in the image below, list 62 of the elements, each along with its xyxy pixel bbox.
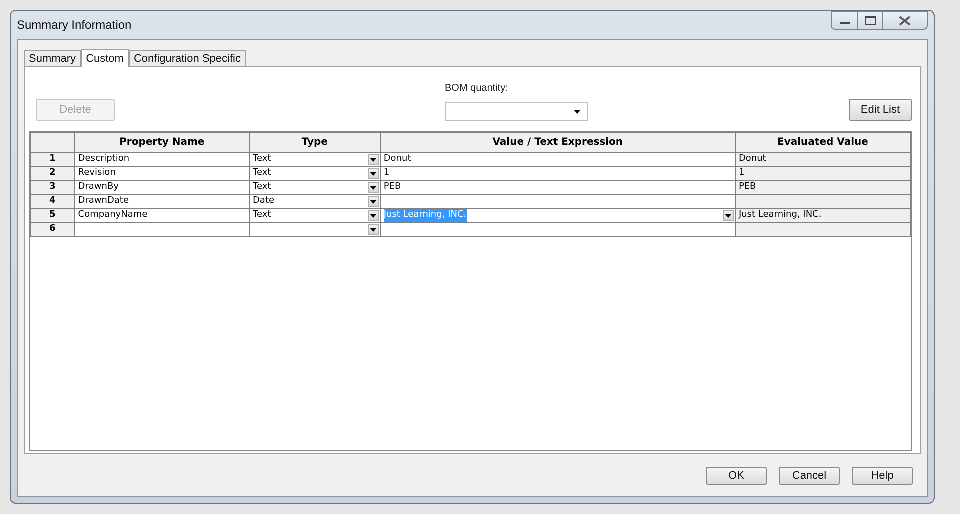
row-number: 4 — [30, 194, 75, 208]
caret-icon — [574, 110, 581, 114]
dropdown-button[interactable] — [368, 210, 379, 221]
dropdown-button[interactable] — [368, 168, 379, 179]
value-cell[interactable]: Donut — [380, 152, 736, 166]
maximize-icon — [864, 16, 876, 25]
value-text[interactable]: PEB — [384, 181, 402, 194]
type-value: Text — [253, 181, 272, 194]
table-cell[interactable]: CompanyName — [74, 208, 250, 222]
dropdown-button[interactable] — [368, 224, 379, 235]
evaluated-value: Just Learning, INC. — [735, 208, 910, 222]
evaluated-value: 1 — [735, 166, 910, 180]
value-text[interactable]: Donut — [384, 153, 412, 166]
table-cell[interactable]: Revision — [74, 166, 250, 180]
dropdown-button[interactable] — [368, 182, 379, 193]
evaluated-value: PEB — [735, 180, 910, 194]
dialog-button[interactable]: OK — [706, 467, 767, 485]
table-cell[interactable]: Description — [74, 152, 250, 166]
type-value: Text — [253, 167, 272, 180]
column-header: Evaluated Value — [735, 132, 910, 152]
bom-quantity-label: BOM quantity: — [445, 83, 510, 94]
caret-icon — [370, 172, 377, 176]
minimize-button[interactable] — [831, 11, 858, 30]
dropdown-button[interactable] — [722, 210, 734, 221]
type-value: Text — [253, 153, 272, 166]
close-button[interactable] — [882, 11, 928, 30]
type-value: Date — [253, 195, 275, 208]
dialog-button[interactable]: Cancel — [779, 467, 840, 485]
column-header: Type — [250, 132, 380, 152]
window-title: Summary Information — [17, 18, 132, 32]
table-cell[interactable]: DrawnBy — [74, 180, 250, 194]
tab[interactable]: Configuration Specific — [128, 50, 246, 66]
row-number: 6 — [30, 222, 75, 236]
row-number: 5 — [30, 208, 75, 222]
dialog-button[interactable]: Help — [852, 467, 913, 485]
value-cell[interactable] — [380, 222, 736, 236]
caret-icon — [370, 200, 377, 204]
tab[interactable]: Summary — [24, 50, 82, 66]
column-header: Value / Text Expression — [380, 132, 736, 152]
column-header: Property Name — [74, 132, 250, 152]
caret-icon — [370, 158, 377, 162]
table-cell[interactable] — [74, 222, 250, 236]
value-text[interactable]: 1 — [384, 167, 390, 180]
table-cell[interactable]: DrawnDate — [74, 194, 250, 208]
caret-icon — [370, 228, 377, 232]
maximize-button[interactable] — [857, 11, 883, 30]
value-cell[interactable] — [380, 194, 736, 208]
tab[interactable]: Custom — [81, 49, 129, 67]
caret-icon — [724, 214, 732, 218]
evaluated-value: Donut — [735, 152, 910, 166]
caret-icon — [370, 186, 377, 190]
row-number: 3 — [30, 180, 75, 194]
value-cell[interactable]: 1 — [380, 166, 736, 180]
row-number: 2 — [30, 166, 75, 180]
dropdown-button[interactable] — [368, 154, 379, 165]
close-icon — [899, 16, 911, 26]
value-cell[interactable]: PEB — [380, 180, 736, 194]
caret-icon — [370, 214, 377, 218]
type-value: Text — [253, 209, 272, 222]
edit-list-button[interactable]: Edit List — [849, 99, 912, 121]
row-number: 1 — [30, 152, 75, 166]
dropdown-button[interactable] — [368, 196, 379, 207]
